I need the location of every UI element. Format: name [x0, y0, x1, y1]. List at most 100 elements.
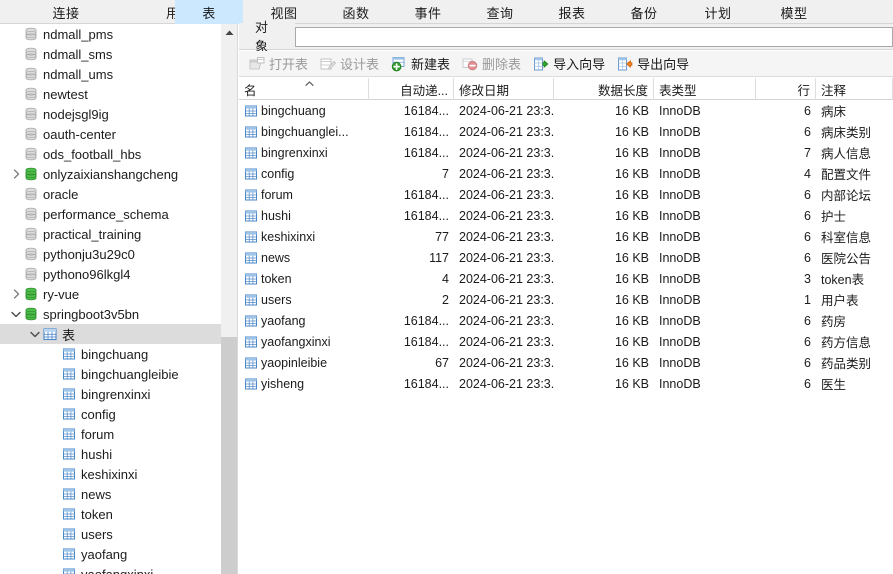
tree-item-table[interactable]: bingchuangleibie [0, 364, 237, 384]
export-wizard-button[interactable]: 导出向导 [615, 53, 695, 75]
table-icon [245, 105, 257, 116]
tree-item-database[interactable]: ry-vue [0, 284, 237, 304]
table-row[interactable]: hushi 16184... 2024-06-21 23:3... 16 KB Inno… [239, 205, 893, 226]
tree-item-database[interactable]: pythonju3u29c0 [0, 244, 237, 264]
table-row[interactable]: bingrenxinxi 16184... 2024-06-21 23:3... 16… [239, 142, 893, 163]
cell-comment-text: 内部论坛 [821, 189, 872, 203]
menu-tab-report[interactable]: 报表 [538, 0, 606, 24]
tree-item-database[interactable]: ods_football_hbs [0, 144, 237, 164]
sidebar-scrollbar[interactable] [221, 24, 237, 574]
table-row[interactable]: yaofangxinxi 16184... 2024-06-21 23:3... 16… [239, 331, 893, 352]
column-header-comment[interactable]: 注释 [816, 78, 893, 100]
table-row[interactable]: yaopinleibie 67 2024-06-21 23:3... 16 KB Inn… [239, 352, 893, 373]
tree-item-table[interactable]: forum [0, 424, 237, 444]
column-header-rows[interactable]: 行 [756, 78, 816, 100]
tree-item-database[interactable]: nodejsgl9ig [0, 104, 237, 124]
table-row[interactable]: users 2 2024-06-21 23:3... 16 KB InnoDB 1 用户表 [239, 289, 893, 310]
table-row[interactable]: bingchuanglei... 16184... 2024-06-21 23:3.… [239, 121, 893, 142]
sidebar-scrollbar-thumb[interactable] [221, 337, 237, 574]
column-header-name[interactable]: 名 [239, 78, 369, 100]
tree-item-database[interactable]: onlyzaixianshangcheng [0, 164, 237, 184]
chevron-down-icon[interactable] [27, 324, 43, 344]
table-row[interactable]: bingchuang 16184... 2024-06-21 23:3... 16 K… [239, 100, 893, 121]
cell-modified-text: 2024-06-21 23:3... [459, 166, 554, 181]
menu-tab-events[interactable]: 事件 [394, 0, 462, 24]
cell-tabletype-text: InnoDB [659, 355, 701, 370]
tree-item-database[interactable]: ndmall_sms [0, 44, 237, 64]
tab-object[interactable]: 对象 [239, 20, 295, 54]
tree-item-table[interactable]: token [0, 504, 237, 524]
object-toolbar: 打开表 设计表 新建表 删除表 导入向导 导出向导 [239, 51, 893, 77]
table-grid-header[interactable]: 名 自动递... 修改日期 数据长度 表类型 行注释 [239, 78, 893, 100]
tree-item-label: ndmall_sms [43, 46, 113, 62]
cell-tabletype-text: InnoDB [659, 271, 701, 286]
chevron-right-icon[interactable] [8, 284, 24, 304]
import-wizard-button[interactable]: 导入向导 [531, 53, 611, 75]
menu-tab-schedule[interactable]: 计划 [684, 0, 752, 24]
table-row[interactable]: keshixinxi 77 2024-06-21 23:3... 16 KB InnoD… [239, 226, 893, 247]
menu-tab-functions[interactable]: 函数 [322, 0, 390, 24]
cell-comment-text: 医生 [821, 378, 847, 392]
table-row[interactable]: yaofang 16184... 2024-06-21 23:3... 16 KB In… [239, 310, 893, 331]
tree-item-table[interactable]: keshixinxi [0, 464, 237, 484]
database-tree[interactable]: ndmall_pms ndmall_sms ndmall_ums newtest… [0, 24, 237, 574]
tree-item-table[interactable]: users [0, 524, 237, 544]
tree-item-table[interactable]: bingchuang [0, 344, 237, 364]
table-row[interactable]: token 4 2024-06-21 23:3... 16 KB InnoDB 3 toke… [239, 268, 893, 289]
table-row[interactable]: yisheng 16184... 2024-06-21 23:3... 16 KB In… [239, 373, 893, 394]
menu-tab-backup[interactable]: 备份 [610, 0, 678, 24]
cell-tabletype: InnoDB [654, 268, 756, 289]
tree-item-database[interactable]: oracle [0, 184, 237, 204]
menu-tab-query[interactable]: 查询 [466, 0, 534, 24]
tree-item-database[interactable]: newtest [0, 84, 237, 104]
column-header-label: 数据长度 [597, 83, 648, 98]
tree-item-table[interactable]: yaofangxinxi [0, 564, 237, 574]
scroll-up-arrow-icon[interactable] [221, 24, 237, 41]
column-header-tabletype[interactable]: 表类型 [654, 78, 756, 100]
menu-tab-model[interactable]: 模型 [760, 0, 828, 24]
tree-item-database[interactable]: pythono96lkgl4 [0, 264, 237, 284]
tree-item-table[interactable]: config [0, 404, 237, 424]
tree-item-label: ods_football_hbs [43, 146, 142, 162]
tree-item-database[interactable]: springboot3v5bn [0, 304, 237, 324]
tree-item-label: springboot3v5bn [43, 306, 140, 322]
tree-item-database[interactable]: ndmall_pms [0, 24, 237, 44]
tree-item-table[interactable]: hushi [0, 444, 237, 464]
tree-item-folder[interactable]: 表 [0, 324, 237, 344]
cell-comment-text: 药房 [821, 315, 847, 329]
tree-item-table[interactable]: news [0, 484, 237, 504]
cell-autoinc: 16184... [369, 121, 454, 142]
tree-item-database[interactable]: practical_training [0, 224, 237, 244]
chevron-right-icon[interactable] [8, 164, 24, 184]
menu-tab-label: 计划 [704, 5, 732, 21]
column-header-datalength[interactable]: 数据长度 [554, 78, 654, 100]
table-row[interactable]: config 7 2024-06-21 23:3... 16 KB InnoDB 4 配置文… [239, 163, 893, 184]
cell-autoinc: 16184... [369, 331, 454, 352]
column-header-modified[interactable]: 修改日期 [454, 78, 554, 100]
cell-rows-text: 6 [804, 250, 811, 265]
cell-autoinc: 16184... [369, 184, 454, 205]
cell-datalength-text: 16 KB [614, 313, 649, 328]
tree-item-table[interactable]: bingrenxinxi [0, 384, 237, 404]
new-table-button[interactable]: 新建表 [389, 53, 456, 75]
menu-tab-tables[interactable]: 表 [175, 0, 243, 24]
tree-item-table[interactable]: yaofang [0, 544, 237, 564]
column-header-autoinc[interactable]: 自动递... [369, 78, 454, 100]
table-grid-body[interactable]: bingchuang 16184... 2024-06-21 23:3... 16 K… [239, 100, 893, 574]
tree-item-database[interactable]: oauth-center [0, 124, 237, 144]
object-filter-input[interactable] [294, 27, 893, 47]
table-row[interactable]: news 117 2024-06-21 23:3... 16 KB InnoDB 6 医院公… [239, 247, 893, 268]
menu-tab-connection[interactable]: 连接 [30, 0, 102, 24]
cell-modified-text: 2024-06-21 23:3... [459, 145, 554, 160]
table-row[interactable]: forum 16184... 2024-06-21 23:3... 16 KB Inno… [239, 184, 893, 205]
tree-item-database[interactable]: ndmall_ums [0, 64, 237, 84]
cell-name-text: keshixinxi [261, 229, 316, 244]
object-tree-sidebar[interactable]: ndmall_pms ndmall_sms ndmall_ums newtest… [0, 24, 238, 574]
chevron-down-icon[interactable] [8, 304, 24, 324]
tree-item-database[interactable]: performance_schema [0, 204, 237, 224]
